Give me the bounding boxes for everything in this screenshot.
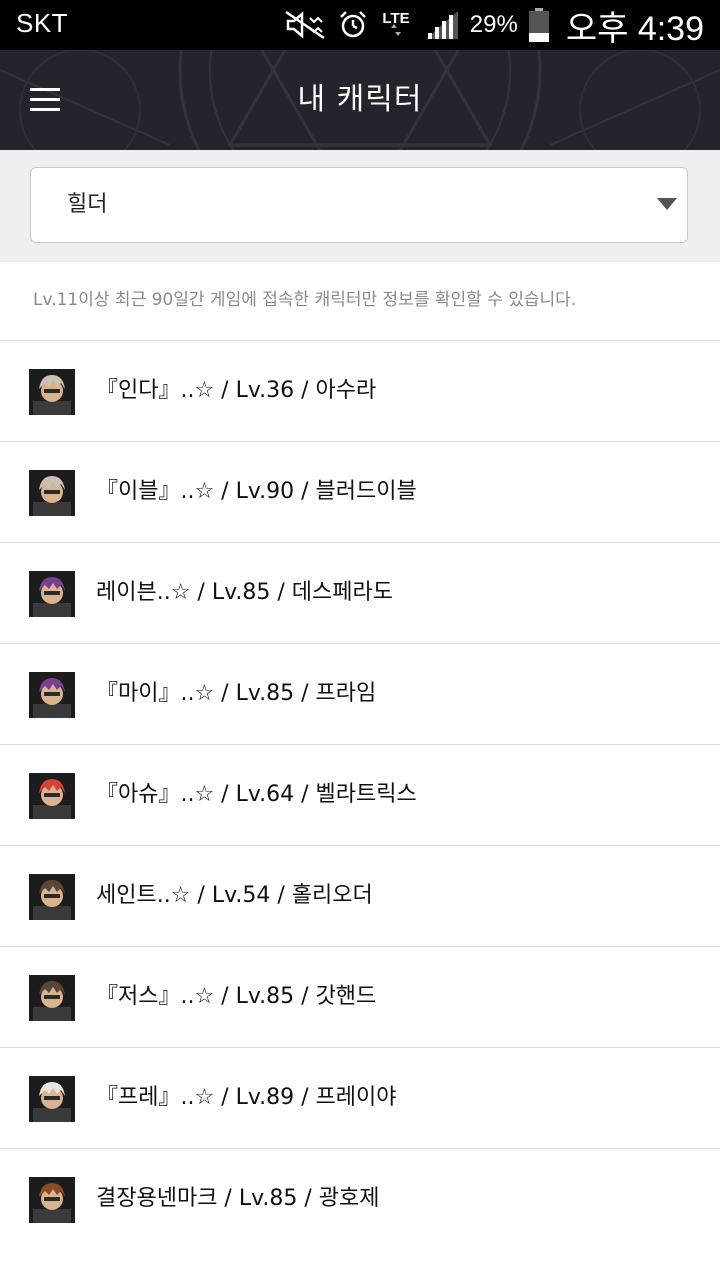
character-info: 『프레』..☆ / Lv.89 / 프레이야 bbox=[96, 1085, 397, 1110]
character-row[interactable]: 『인다』..☆ / Lv.36 / 아수라 bbox=[0, 341, 720, 442]
character-row[interactable]: 『이블』..☆ / Lv.90 / 블러드이블 bbox=[0, 442, 720, 543]
character-row[interactable]: 『아슈』..☆ / Lv.64 / 벨라트릭스 bbox=[0, 745, 720, 846]
status-icons: LTE 29% 오후 4:39 bbox=[284, 0, 704, 50]
alarm-icon bbox=[338, 10, 368, 40]
character-row[interactable]: 결장용넨마크 / Lv.85 / 광호제 bbox=[0, 1149, 720, 1250]
character-info: 『마이』..☆ / Lv.85 / 프라임 bbox=[96, 681, 377, 706]
character-info: 결장용넨마크 / Lv.85 / 광호제 bbox=[96, 1186, 380, 1211]
lte-icon: LTE bbox=[378, 8, 414, 42]
signal-icon bbox=[424, 9, 460, 41]
character-info: 『이블』..☆ / Lv.90 / 블러드이블 bbox=[96, 479, 417, 504]
battery-icon bbox=[528, 7, 550, 43]
dropdown-caret-icon bbox=[657, 198, 677, 210]
character-list: 『인다』..☆ / Lv.36 / 아수라 『이블』..☆ / Lv.90 / 블… bbox=[0, 341, 720, 1250]
character-avatar-icon bbox=[29, 470, 75, 516]
character-avatar-icon bbox=[29, 672, 75, 718]
character-info: 『저스』..☆ / Lv.85 / 갓핸드 bbox=[96, 984, 377, 1009]
character-info: 세인트..☆ / Lv.54 / 홀리오더 bbox=[96, 883, 373, 908]
status-bar: SKT LTE 29% 오후 4:39 bbox=[0, 0, 720, 50]
character-avatar-icon bbox=[29, 1177, 75, 1223]
server-select-area: 힐더 bbox=[0, 150, 720, 262]
character-row[interactable]: 『저스』..☆ / Lv.85 / 갓핸드 bbox=[0, 947, 720, 1048]
character-avatar-icon bbox=[29, 1076, 75, 1122]
character-avatar-icon bbox=[29, 975, 75, 1021]
notice-text: Lv.11이상 최근 90일간 게임에 접속한 캐릭터만 정보를 확인할 수 있… bbox=[0, 262, 720, 341]
page-title: 내 캐릭터 bbox=[297, 82, 423, 117]
character-avatar-icon bbox=[29, 369, 75, 415]
character-info: 『아슈』..☆ / Lv.64 / 벨라트릭스 bbox=[96, 782, 417, 807]
character-avatar-icon bbox=[29, 571, 75, 617]
carrier-label: SKT bbox=[16, 8, 69, 38]
battery-percent: 29% bbox=[469, 11, 518, 38]
character-row[interactable]: 『프레』..☆ / Lv.89 / 프레이야 bbox=[0, 1048, 720, 1149]
server-select-value: 힐더 bbox=[67, 192, 108, 217]
clock: 오후 4:39 bbox=[565, 9, 704, 48]
server-select[interactable]: 힐더 bbox=[30, 167, 688, 243]
character-row[interactable]: 레이븐..☆ / Lv.85 / 데스페라도 bbox=[0, 543, 720, 644]
character-row[interactable]: 세인트..☆ / Lv.54 / 홀리오더 bbox=[0, 846, 720, 947]
character-row[interactable]: 『마이』..☆ / Lv.85 / 프라임 bbox=[0, 644, 720, 745]
app-bar: 내 캐릭터 bbox=[0, 50, 720, 150]
character-info: 레이븐..☆ / Lv.85 / 데스페라도 bbox=[96, 580, 393, 605]
character-avatar-icon bbox=[29, 773, 75, 819]
mute-icon bbox=[284, 10, 328, 40]
svg-text:LTE: LTE bbox=[382, 10, 409, 27]
character-avatar-icon bbox=[29, 874, 75, 920]
character-info: 『인다』..☆ / Lv.36 / 아수라 bbox=[96, 378, 377, 403]
